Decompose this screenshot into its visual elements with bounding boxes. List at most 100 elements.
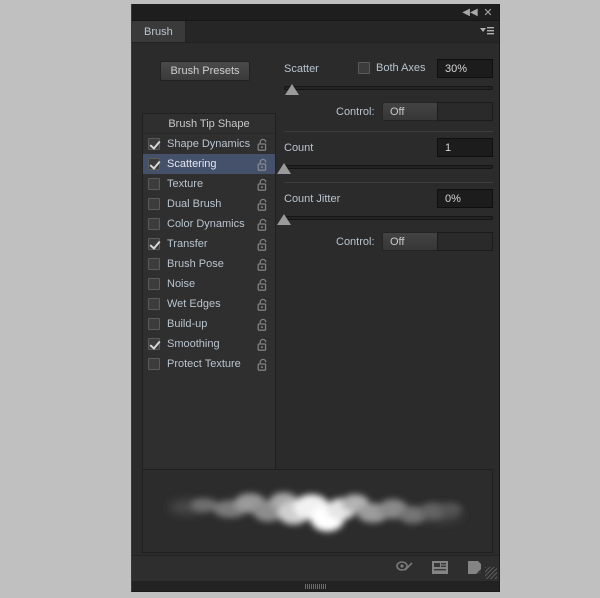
collapse-button[interactable]: ◀◀ (461, 4, 479, 21)
count-value-field[interactable]: 1 (437, 138, 493, 157)
divider-2 (284, 182, 493, 183)
count-jitter-slider-track (284, 216, 493, 220)
brush-option-label: Protect Texture (167, 358, 257, 370)
brush-option-label: Build-up (167, 318, 257, 330)
both-axes-box (358, 62, 370, 74)
brush-option-checkbox[interactable] (148, 158, 160, 170)
brush-option-row[interactable]: Smoothing (143, 334, 275, 354)
panel-body: Brush Presets Brush Tip Shape Shape Dyna… (132, 43, 499, 591)
scatter-control-value: Off (390, 106, 404, 118)
brush-option-checkbox[interactable] (148, 298, 160, 310)
resize-grip[interactable] (485, 567, 497, 579)
brush-option-label: Scattering (167, 158, 257, 170)
lock-open-icon[interactable] (257, 258, 269, 271)
tab-strip-filler (186, 21, 475, 42)
both-axes-checkbox[interactable]: Both Axes (358, 62, 426, 74)
brush-stroke-preview (142, 469, 493, 553)
brush-option-row[interactable]: Transfer (143, 234, 275, 254)
panel-menu-icon[interactable] (475, 21, 499, 42)
count-jitter-row: Count Jitter 0% (284, 189, 493, 211)
scatter-slider[interactable] (284, 82, 493, 96)
lock-open-icon[interactable] (257, 318, 269, 331)
brush-presets-button[interactable]: Brush Presets (160, 61, 250, 81)
brush-option-label: Color Dynamics (167, 218, 257, 230)
brush-option-checkbox[interactable] (148, 318, 160, 330)
brush-option-checkbox[interactable] (148, 338, 160, 350)
count-jitter-slider[interactable] (284, 212, 493, 226)
count-slider-track (284, 165, 493, 169)
brush-option-row[interactable]: Color Dynamics (143, 214, 275, 234)
lock-open-icon[interactable] (257, 278, 269, 291)
brush-option-row[interactable]: Wet Edges (143, 294, 275, 314)
count-slider[interactable] (284, 161, 493, 175)
lock-open-icon[interactable] (257, 218, 269, 231)
brush-option-checkbox[interactable] (148, 358, 160, 370)
lock-open-icon[interactable] (257, 178, 269, 191)
count-slider-thumb[interactable] (277, 163, 291, 174)
brush-panel: ◀◀ ✕ Brush Brush Presets Brush Tip Shape… (131, 4, 500, 592)
brush-option-row[interactable]: Shape Dynamics (143, 134, 275, 154)
count-jitter-control-label: Control: (336, 236, 375, 248)
brush-option-row[interactable]: Dual Brush (143, 194, 275, 214)
close-button[interactable]: ✕ (479, 4, 497, 21)
brush-option-checkbox[interactable] (148, 218, 160, 230)
divider-1 (284, 131, 493, 132)
toggle-brush-preview-icon[interactable] (395, 560, 415, 578)
brush-option-label: Noise (167, 278, 257, 290)
brush-option-checkbox[interactable] (148, 278, 160, 290)
brush-option-checkbox[interactable] (148, 178, 160, 190)
brush-option-row[interactable]: Texture (143, 174, 275, 194)
lock-open-icon[interactable] (257, 238, 269, 251)
count-jitter-slider-thumb[interactable] (277, 214, 291, 225)
scatter-control-label: Control: (336, 106, 375, 118)
count-jitter-control-value: Off (390, 236, 404, 248)
brush-option-row[interactable]: Noise (143, 274, 275, 294)
scatter-control-extra-field[interactable] (437, 102, 493, 121)
scatter-row: Scatter Both Axes 30% (284, 59, 493, 81)
brush-option-label: Shape Dynamics (167, 138, 257, 150)
panel-toolbar (132, 555, 499, 581)
brush-option-label: Smoothing (167, 338, 257, 350)
count-jitter-control-row: Control: Off (284, 232, 493, 254)
scatter-control-row: Control: Off (284, 102, 493, 124)
brush-option-row[interactable]: Build-up (143, 314, 275, 334)
count-label: Count (284, 142, 313, 154)
brush-option-label: Texture (167, 178, 257, 190)
scatter-label: Scatter (284, 63, 319, 75)
lock-open-icon[interactable] (257, 158, 269, 171)
brush-options-list: Brush Tip Shape Shape Dynamics Scattering… (142, 113, 276, 505)
lock-open-icon[interactable] (257, 198, 269, 211)
count-jitter-label: Count Jitter (284, 193, 340, 205)
brush-options-rows: Shape Dynamics Scattering Texture Dual Brus… (143, 134, 275, 374)
lock-open-icon[interactable] (257, 338, 269, 351)
brush-option-label: Transfer (167, 238, 257, 250)
brush-panel-icon[interactable] (431, 560, 451, 578)
new-brush-icon[interactable] (467, 560, 487, 578)
tab-strip: Brush (132, 21, 499, 43)
brush-option-checkbox[interactable] (148, 258, 160, 270)
scatter-slider-thumb[interactable] (285, 84, 299, 95)
panel-titlebar: ◀◀ ✕ (132, 4, 499, 21)
lock-open-icon[interactable] (257, 138, 269, 151)
count-jitter-value-field[interactable]: 0% (437, 189, 493, 208)
both-axes-label: Both Axes (376, 62, 426, 74)
brush-option-row[interactable]: Brush Pose (143, 254, 275, 274)
brush-option-row[interactable]: Scattering (143, 154, 275, 174)
lock-open-icon[interactable] (257, 358, 269, 371)
brush-option-checkbox[interactable] (148, 238, 160, 250)
lock-open-icon[interactable] (257, 298, 269, 311)
brush-option-label: Brush Pose (167, 258, 257, 270)
scatter-slider-track (284, 86, 493, 90)
tab-brush[interactable]: Brush (132, 21, 186, 42)
drag-grip[interactable] (305, 584, 327, 589)
count-jitter-control-extra-field[interactable] (437, 232, 493, 251)
brush-tip-shape-header[interactable]: Brush Tip Shape (143, 114, 275, 134)
settings-column: Scatter Both Axes 30% Control: Off (284, 53, 493, 505)
tab-brush-label: Brush (144, 26, 173, 38)
scatter-value-field[interactable]: 30% (437, 59, 493, 78)
brush-option-row[interactable]: Protect Texture (143, 354, 275, 374)
brush-option-checkbox[interactable] (148, 138, 160, 150)
count-row: Count 1 (284, 138, 493, 160)
brush-option-label: Wet Edges (167, 298, 257, 310)
brush-option-checkbox[interactable] (148, 198, 160, 210)
